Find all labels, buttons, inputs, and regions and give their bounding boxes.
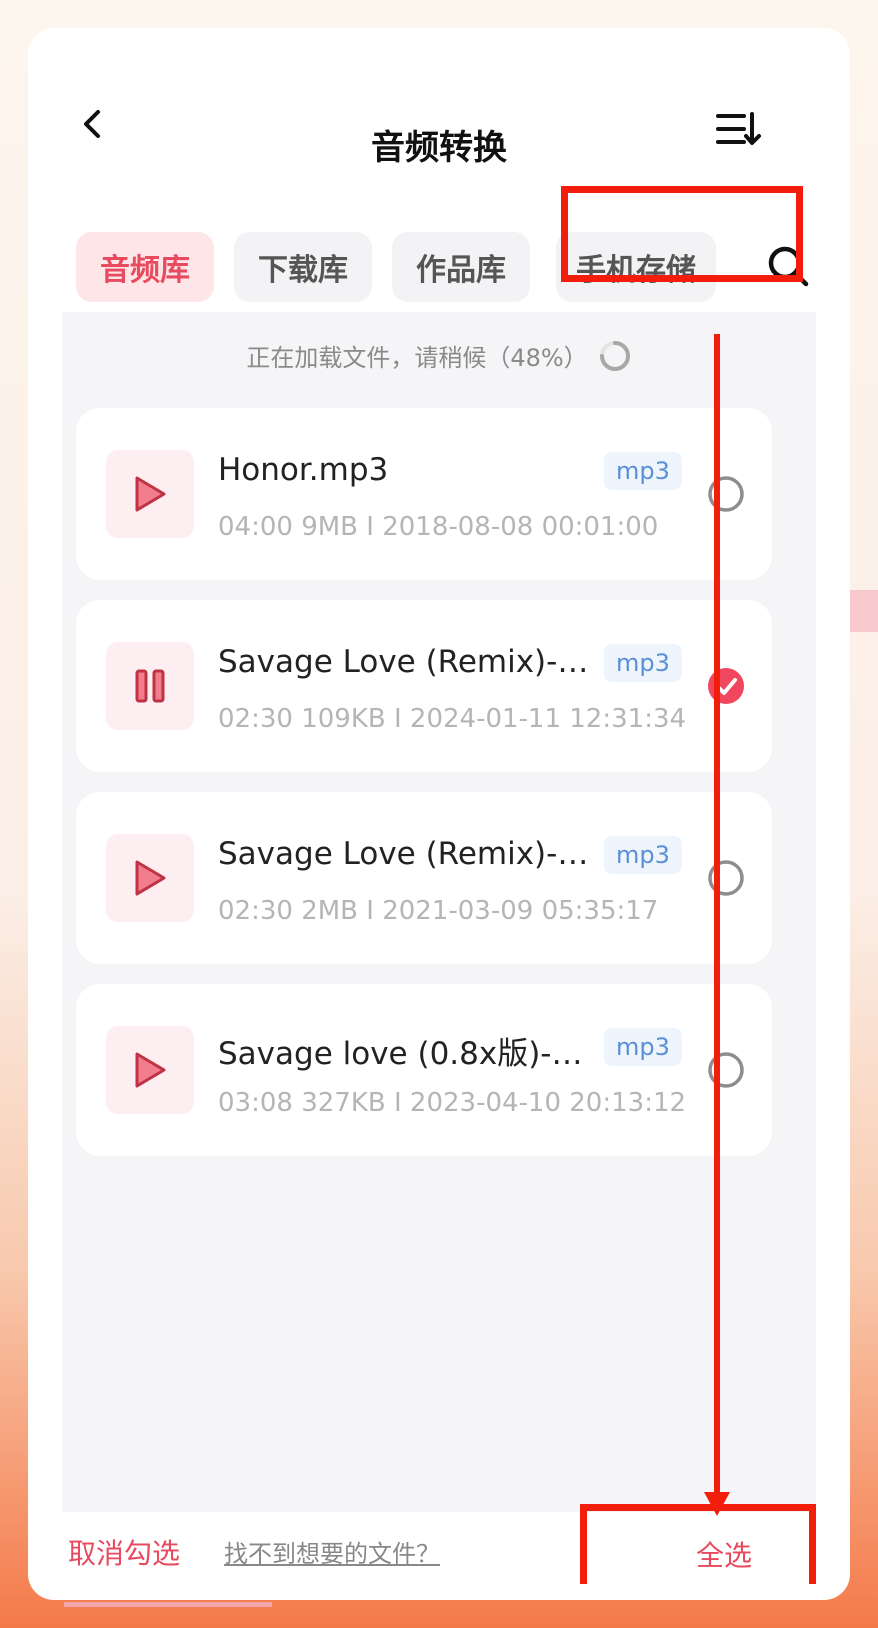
missing-file-link[interactable]: 找不到想要的文件？ <box>224 1534 440 1569</box>
app-screen: 音频转换 音频库 下载库 作品库 手机存储 正在加载文件，请稍候（48%） Ho… <box>62 62 816 1592</box>
decorative-bar <box>64 1602 272 1607</box>
decorative-bar <box>850 590 878 632</box>
file-meta: 04:00 9MB I 2018-08-08 00:01:00 <box>218 512 659 542</box>
pause-icon <box>135 669 165 703</box>
file-meta: 02:30 2MB I 2021-03-09 05:35:17 <box>218 896 659 926</box>
format-badge: mp3 <box>604 644 682 682</box>
select-radio[interactable] <box>706 858 746 898</box>
sort-icon[interactable] <box>716 110 762 148</box>
file-name: Savage love (0.8x版)-好… <box>218 1036 608 1072</box>
format-badge: mp3 <box>604 836 682 874</box>
file-list-item[interactable]: Savage Love (Remix)-dj... mp3 02:30 109K… <box>76 600 772 772</box>
select-radio[interactable] <box>706 474 746 514</box>
select-radio[interactable] <box>706 1050 746 1090</box>
file-list-item[interactable]: Savage Love (Remix)-dj... mp3 02:30 2MB … <box>76 792 772 964</box>
file-name: Savage Love (Remix)-dj... <box>218 836 608 872</box>
select-radio-checked[interactable] <box>706 666 746 706</box>
file-name: Savage Love (Remix)-dj... <box>218 644 608 680</box>
tab-works-library[interactable]: 作品库 <box>392 232 530 302</box>
play-button[interactable] <box>106 1026 194 1114</box>
file-list-item[interactable]: Honor.mp3 mp3 04:00 9MB I 2018-08-08 00:… <box>76 408 772 580</box>
highlight-box-phone-storage <box>561 186 803 282</box>
format-badge: mp3 <box>604 1028 682 1066</box>
play-icon <box>135 1052 166 1088</box>
play-icon <box>135 860 166 896</box>
loading-text: 正在加载文件，请稍候（48%） <box>246 344 588 372</box>
pause-button[interactable] <box>106 642 194 730</box>
file-list-area[interactable]: 正在加载文件，请稍候（48%） Honor.mp3 mp3 04:00 9MB … <box>62 312 816 1512</box>
cancel-selection-button[interactable]: 取消勾选 <box>68 1532 180 1572</box>
format-badge: mp3 <box>604 452 682 490</box>
page-title: 音频转换 <box>371 128 507 168</box>
tab-audio-library[interactable]: 音频库 <box>76 232 214 302</box>
tab-download-library[interactable]: 下载库 <box>234 232 372 302</box>
loading-status: 正在加载文件，请稍候（48%） <box>62 338 816 373</box>
play-button[interactable] <box>106 834 194 922</box>
header: 音频转换 <box>62 62 816 182</box>
file-meta: 03:08 327KB I 2023-04-10 20:13:12 <box>218 1088 687 1118</box>
file-meta: 02:30 109KB I 2024-01-11 12:31:34 <box>218 704 687 734</box>
loading-spinner-icon <box>599 340 630 371</box>
play-button[interactable] <box>106 450 194 538</box>
file-list-item[interactable]: Savage love (0.8x版)-好… mp3 03:08 327KB I… <box>76 984 772 1156</box>
highlight-box-select-all <box>580 1504 816 1584</box>
play-icon <box>135 476 166 512</box>
annotation-arrow-line <box>714 334 720 1494</box>
file-name: Honor.mp3 <box>218 452 389 488</box>
